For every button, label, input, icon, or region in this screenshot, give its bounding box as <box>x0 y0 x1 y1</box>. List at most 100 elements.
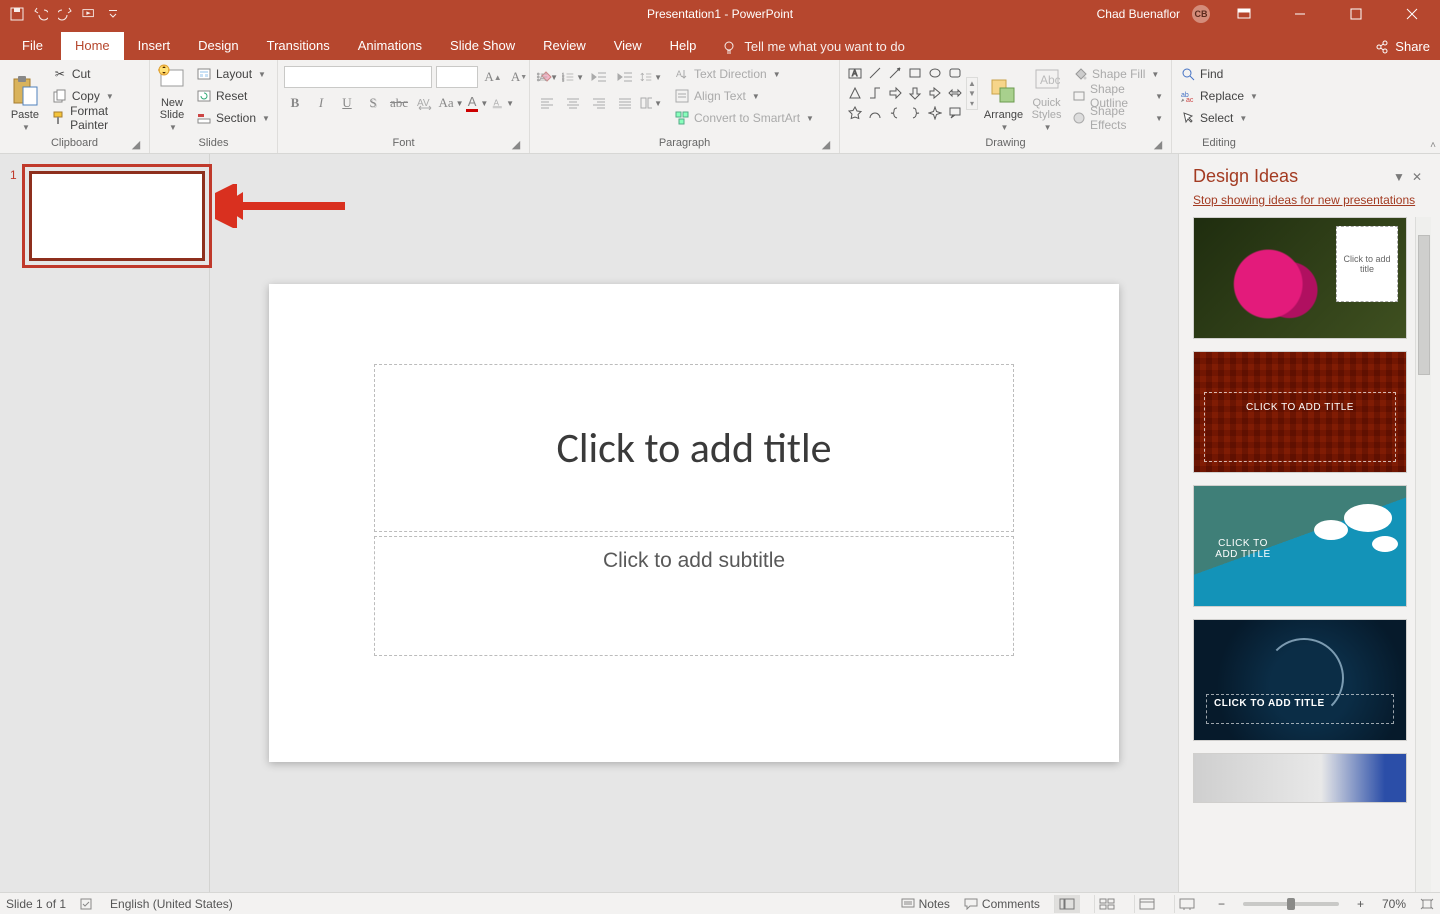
select-button[interactable]: Select▼ <box>1178 108 1260 128</box>
shape-outline-button[interactable]: Shape Outline▼ <box>1070 86 1165 106</box>
shape-rounded-rect-icon[interactable] <box>946 64 964 82</box>
redo-icon[interactable] <box>58 7 72 21</box>
shape-arc-icon[interactable] <box>866 104 884 122</box>
gallery-more-icon[interactable]: ▾ <box>968 99 976 108</box>
ribbon-display-options-icon[interactable] <box>1222 0 1266 28</box>
copy-button[interactable]: Copy▼ <box>50 86 143 106</box>
normal-view-button[interactable] <box>1054 895 1080 913</box>
tab-view[interactable]: View <box>600 32 656 60</box>
tab-animations[interactable]: Animations <box>344 32 436 60</box>
numbering-button[interactable]: 123▼ <box>562 66 584 88</box>
slide-thumbnail-1[interactable] <box>29 171 205 261</box>
strikethrough-button[interactable]: abc <box>388 92 410 114</box>
notes-button[interactable]: Notes <box>901 897 950 911</box>
increase-font-button[interactable]: A▲ <box>482 66 504 88</box>
zoom-slider[interactable] <box>1243 902 1339 906</box>
highlight-color-button[interactable]: A▼ <box>492 92 514 114</box>
reading-view-button[interactable] <box>1134 895 1160 913</box>
close-icon[interactable] <box>1390 0 1434 28</box>
zoom-out-button[interactable]: − <box>1214 897 1229 911</box>
bullets-button[interactable]: ▼ <box>536 66 558 88</box>
convert-smartart-button[interactable]: Convert to SmartArt▼ <box>672 108 816 128</box>
underline-button[interactable]: U <box>336 92 358 114</box>
language-status[interactable]: English (United States) <box>110 897 233 911</box>
tab-help[interactable]: Help <box>656 32 711 60</box>
align-left-button[interactable] <box>536 92 558 114</box>
slide-thumbnail-panel[interactable]: 1 <box>0 154 210 892</box>
tab-file[interactable]: File <box>8 32 61 60</box>
font-name-combo[interactable] <box>284 66 432 88</box>
design-idea-4[interactable]: CLICK TO ADD TITLE <box>1193 619 1407 741</box>
change-case-button[interactable]: Aa▼ <box>440 92 462 114</box>
align-center-button[interactable] <box>562 92 584 114</box>
shape-left-brace-icon[interactable] <box>886 104 904 122</box>
slideshow-view-button[interactable] <box>1174 895 1200 913</box>
font-color-button[interactable]: A▼ <box>466 92 488 114</box>
new-slide-button[interactable]: New Slide ▼ <box>156 64 188 132</box>
stop-showing-link[interactable]: Stop showing ideas for new presentations <box>1179 193 1440 217</box>
shape-rectangle-icon[interactable] <box>906 64 924 82</box>
arrange-button[interactable]: Arrange▼ <box>984 64 1023 132</box>
tab-insert[interactable]: Insert <box>124 32 185 60</box>
tab-design[interactable]: Design <box>184 32 252 60</box>
shape-elbow-connector-icon[interactable] <box>866 84 884 102</box>
shape-fill-button[interactable]: Shape Fill▼ <box>1070 64 1165 84</box>
account-name[interactable]: Chad Buenaflor <box>1097 7 1180 21</box>
dialog-launcher-icon[interactable]: ◢ <box>511 139 521 149</box>
design-idea-3[interactable]: CLICK TO ADD TITLE <box>1193 485 1407 607</box>
qat-customize-icon[interactable] <box>106 7 120 21</box>
shape-line-icon[interactable] <box>866 64 884 82</box>
collapse-ribbon-icon[interactable]: ˄ <box>1430 140 1436 151</box>
design-idea-5[interactable] <box>1193 753 1407 803</box>
cut-button[interactable]: ✂Cut <box>50 64 143 84</box>
shadow-button[interactable]: S <box>362 92 384 114</box>
subtitle-placeholder[interactable]: Click to add subtitle <box>374 536 1014 656</box>
dialog-launcher-icon[interactable]: ◢ <box>1153 139 1163 149</box>
maximize-icon[interactable] <box>1334 0 1378 28</box>
line-spacing-button[interactable]: ▼ <box>640 66 662 88</box>
shape-4point-star-icon[interactable] <box>926 104 944 122</box>
dialog-launcher-icon[interactable]: ◢ <box>821 139 831 149</box>
slide-canvas-area[interactable]: Click to add title Click to add subtitle <box>210 154 1178 892</box>
slide-counter[interactable]: Slide 1 of 1 <box>6 897 66 911</box>
align-right-button[interactable] <box>588 92 610 114</box>
shape-effects-button[interactable]: Shape Effects▼ <box>1070 108 1165 128</box>
paste-button[interactable]: Paste ▼ <box>6 64 44 132</box>
minimize-icon[interactable] <box>1278 0 1322 28</box>
reset-button[interactable]: Reset <box>194 86 272 106</box>
undo-icon[interactable] <box>34 7 48 21</box>
italic-button[interactable]: I <box>310 92 332 114</box>
shape-block-arrow-icon[interactable] <box>926 84 944 102</box>
scrollbar-thumb[interactable] <box>1418 235 1430 375</box>
shape-double-arrow-icon[interactable] <box>946 84 964 102</box>
gallery-up-icon[interactable]: ▲ <box>968 79 976 88</box>
tab-home[interactable]: Home <box>61 32 124 60</box>
tab-slideshow[interactable]: Slide Show <box>436 32 529 60</box>
character-spacing-button[interactable]: AV <box>414 92 436 114</box>
shape-star-icon[interactable] <box>846 104 864 122</box>
design-ideas-scrollbar[interactable] <box>1415 217 1431 892</box>
decrease-font-button[interactable]: A▼ <box>508 66 530 88</box>
shapes-gallery[interactable]: A <box>846 64 964 122</box>
design-idea-1[interactable]: Click to add title <box>1193 217 1407 339</box>
align-text-button[interactable]: Align Text▼ <box>672 86 816 106</box>
gallery-down-icon[interactable]: ▼ <box>968 89 976 98</box>
columns-button[interactable]: ▼ <box>640 92 662 114</box>
fit-to-window-button[interactable] <box>1420 898 1434 910</box>
section-button[interactable]: Section▼ <box>194 108 272 128</box>
avatar[interactable]: CB <box>1192 5 1210 23</box>
save-icon[interactable] <box>10 7 24 21</box>
pane-close-icon[interactable]: ✕ <box>1408 168 1426 186</box>
pane-options-icon[interactable]: ▼ <box>1390 168 1408 186</box>
title-placeholder[interactable]: Click to add title <box>374 364 1014 532</box>
replace-button[interactable]: abacReplace▼ <box>1178 86 1260 106</box>
justify-button[interactable] <box>614 92 636 114</box>
shape-down-arrow-icon[interactable] <box>906 84 924 102</box>
shape-triangle-icon[interactable] <box>846 84 864 102</box>
spellcheck-icon[interactable] <box>80 897 96 911</box>
start-from-beginning-icon[interactable] <box>82 7 96 21</box>
shape-right-brace-icon[interactable] <box>906 104 924 122</box>
slide[interactable]: Click to add title Click to add subtitle <box>269 284 1119 762</box>
find-button[interactable]: Find <box>1178 64 1260 84</box>
shape-right-arrow-icon[interactable] <box>886 84 904 102</box>
